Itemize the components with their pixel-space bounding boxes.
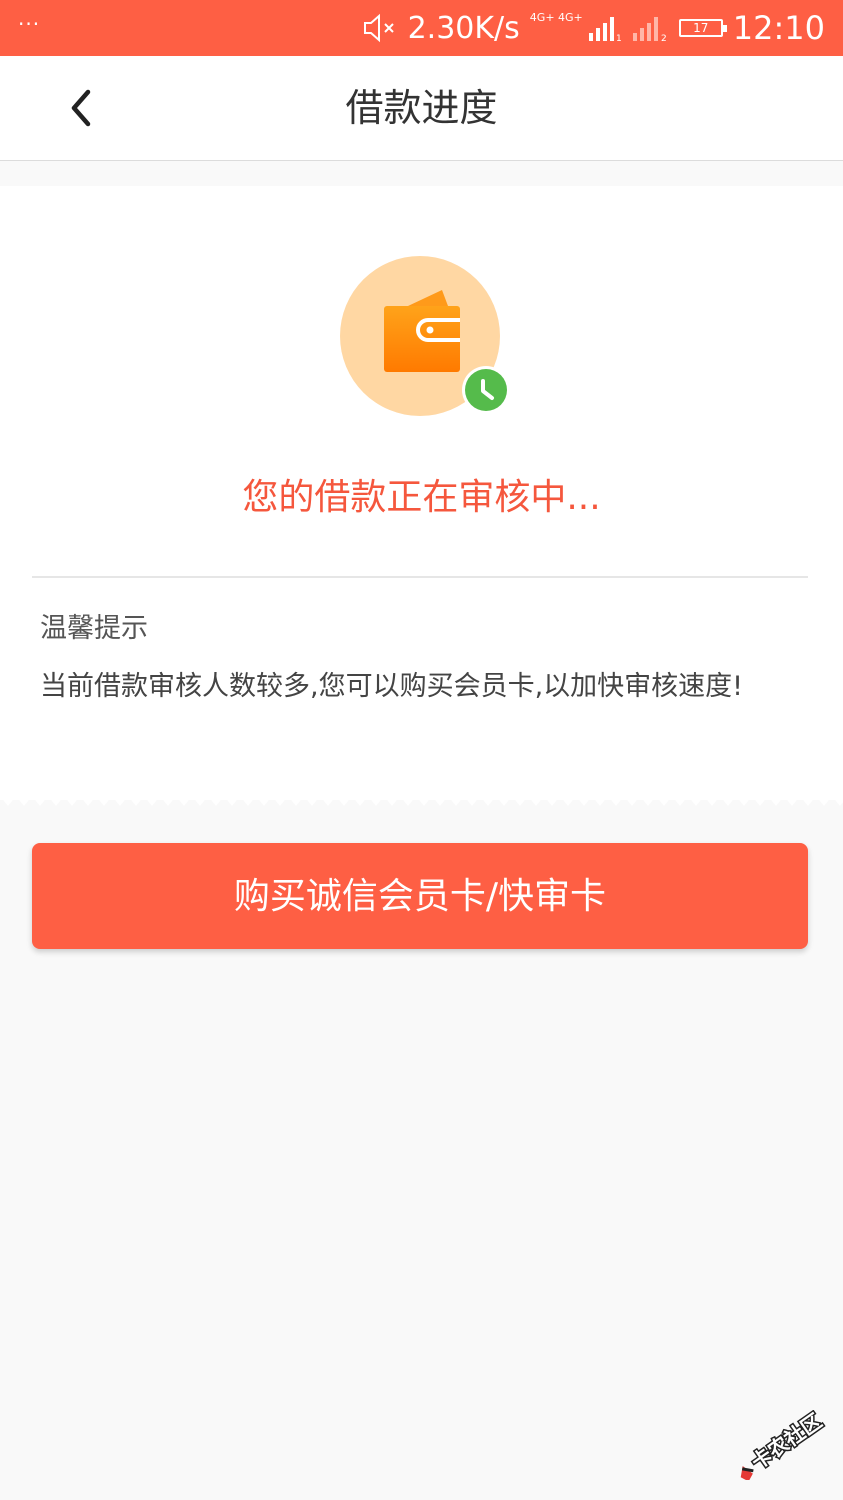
card-zigzag-edge [0,796,843,806]
clock-badge [462,366,510,414]
nav-bar: 借款进度 [0,56,843,161]
status-bar: ··· 2.30K/s 4G+ 4G+ 1 2 17 12:10 [0,0,843,56]
watermark-text: 卡农社区 [747,1410,826,1474]
clock-time: 12:10 [732,9,825,47]
net-speed: 2.30K/s [407,10,520,46]
page-title: 借款进度 [345,86,498,130]
signal-weak-icon: 2 [632,17,667,43]
notification-dots: ··· [18,12,41,36]
svg-text:1: 1 [616,34,621,43]
status-bar-right: 2.30K/s 4G+ 4G+ 1 2 17 12:10 [362,0,825,56]
battery-icon: 17 [678,19,727,37]
tips-title: 温馨提示 [40,613,148,644]
mute-icon [363,13,394,43]
review-status-text: 您的借款正在审核中... [242,477,601,518]
buy-membership-button[interactable]: 购买诚信会员卡/快审卡 [32,843,808,949]
svg-text:2: 2 [661,34,667,43]
network-type-label: 4G+ 4G+ [529,11,583,24]
tips-body: 当前借款审核人数较多,您可以购买会员卡,以加快审核速度! [40,671,743,702]
divider [32,576,808,578]
progress-card: 您的借款正在审核中... 温馨提示 当前借款审核人数较多,您可以购买会员卡,以加… [0,186,843,800]
wallet-icon [384,290,460,372]
clock-icon [481,379,494,400]
status-icon-group [340,256,512,420]
signal-icon: 1 [588,17,621,43]
watermark-logo: 卡农社区 [740,1410,828,1480]
